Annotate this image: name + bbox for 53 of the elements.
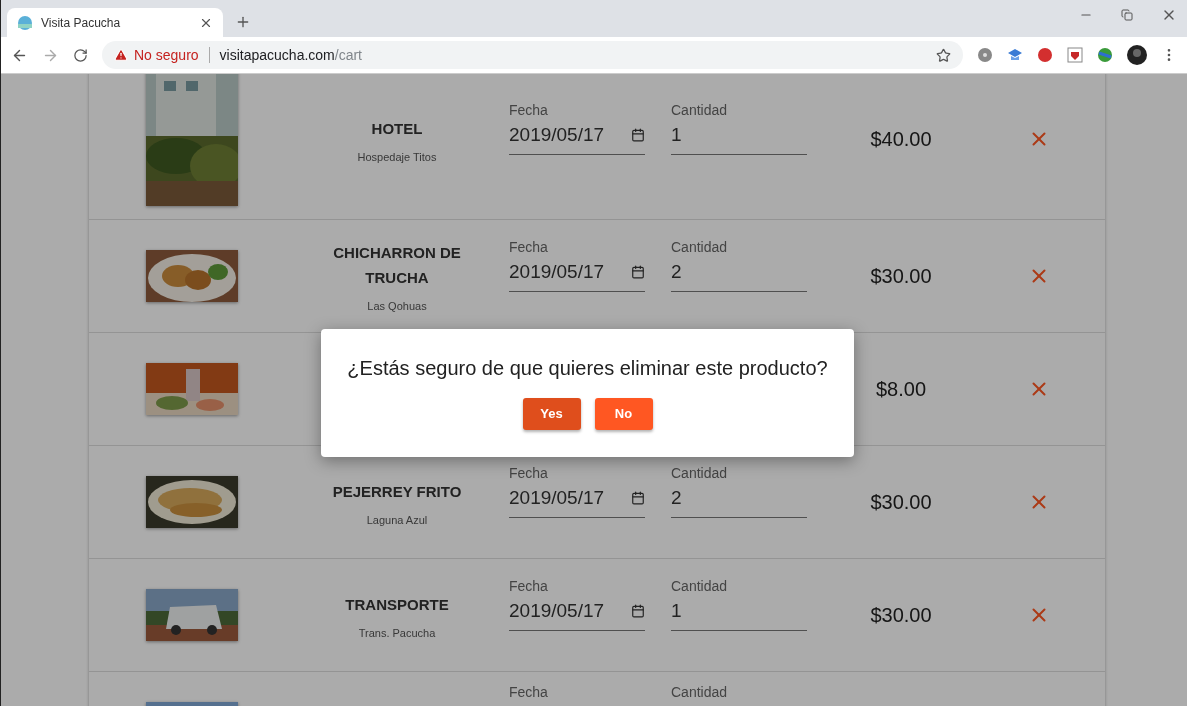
globe-icon	[17, 14, 33, 31]
warning-icon	[114, 48, 128, 62]
field-label: Fecha	[509, 238, 549, 255]
field-label: Cantidad	[671, 101, 729, 118]
product-name: PEJERREY FRITO	[331, 481, 463, 502]
date-field[interactable]: 2019/05/17	[509, 260, 645, 292]
tab-title: Visita Pacucha	[41, 15, 122, 30]
field-label: Fecha	[509, 577, 549, 594]
product-place: Hospedaje Titos	[357, 150, 437, 163]
reload-icon[interactable]	[73, 47, 88, 63]
quantity-field[interactable]: 1	[671, 599, 807, 631]
calendar-icon	[631, 127, 645, 142]
field-label: Fecha	[509, 101, 549, 118]
extension-icon[interactable]	[1037, 47, 1053, 63]
globe-icon[interactable]	[1097, 47, 1113, 63]
field-label: Cantidad	[671, 684, 729, 700]
field-label: Cantidad	[671, 238, 729, 255]
address-field[interactable]: No seguro visitapacucha.com/cart	[102, 41, 963, 69]
calendar-icon	[631, 264, 645, 279]
product-place: Trans. Pacucha	[358, 626, 436, 639]
url-text: visitapacucha.com/cart	[219, 47, 362, 63]
price: $40.00	[870, 127, 932, 151]
product-place: Laguna Azul	[366, 513, 428, 526]
quantity-field[interactable]: 2	[671, 486, 807, 518]
restore-icon[interactable]	[1121, 9, 1133, 21]
graduation-cap-icon[interactable]	[1007, 47, 1023, 63]
product-name: CHICHARRON DE TRUCHA	[332, 243, 462, 288]
field-label: Fecha	[509, 684, 549, 700]
field-label: Cantidad	[671, 577, 729, 594]
product-name: HOTEL	[370, 118, 424, 139]
price: $30.00	[870, 264, 932, 288]
avatar-icon[interactable]	[1127, 45, 1147, 65]
field-label: Fecha	[509, 464, 549, 481]
product-place: Las Qohuas	[367, 300, 427, 312]
new-tab-icon[interactable]	[235, 14, 251, 30]
field-label: Cantidad	[671, 464, 729, 481]
quantity-field[interactable]: 1	[671, 123, 807, 155]
date-field[interactable]: 2019/05/17	[509, 123, 645, 155]
shield-icon[interactable]	[1067, 47, 1083, 63]
quantity-field[interactable]: 2	[671, 260, 807, 292]
product-name: TRANSPORTE	[344, 594, 450, 615]
browser-tab[interactable]: Visita Pacucha	[7, 8, 223, 37]
date-field[interactable]: 2019/05/17	[509, 599, 645, 631]
calendar-icon	[631, 603, 645, 618]
price: $30.00	[870, 490, 932, 514]
calendar-icon	[631, 490, 645, 505]
star-icon[interactable]	[936, 47, 951, 63]
price: $8.00	[875, 377, 927, 401]
security-warning: No seguro	[134, 47, 199, 63]
price: $30.00	[870, 603, 932, 627]
dialog-button[interactable]: Yes	[522, 397, 581, 430]
date-field[interactable]: 2019/05/17	[509, 486, 645, 518]
dialog-message: ¿Estás seguro de que quieres eliminar este producto?	[347, 356, 828, 380]
